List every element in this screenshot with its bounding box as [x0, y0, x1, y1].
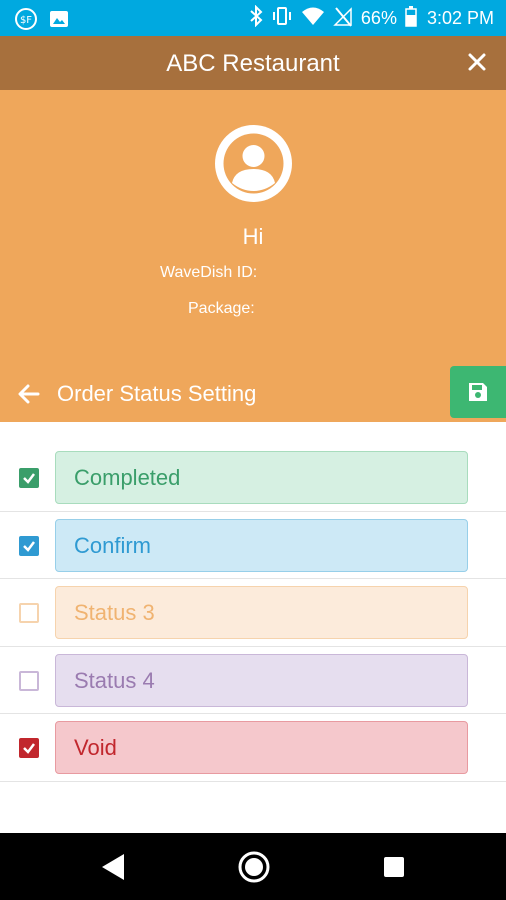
status-row: Void — [0, 714, 506, 782]
title-bar: ABC Restaurant — [0, 36, 506, 90]
bluetooth-icon — [249, 4, 263, 32]
nav-recents-button[interactable] — [383, 856, 405, 883]
status-label[interactable]: Void — [55, 721, 468, 774]
wavedish-id-label: WaveDish ID: — [160, 264, 258, 281]
status-checkbox[interactable] — [19, 670, 39, 691]
app-notification-icon: $F — [14, 7, 38, 36]
vibrate-icon — [271, 5, 293, 32]
status-row: Completed — [0, 444, 506, 512]
save-button[interactable] — [450, 366, 506, 418]
settings-bar: Order Status Setting — [0, 366, 506, 422]
notification-icons: $F — [14, 7, 70, 36]
status-row: Confirm — [0, 512, 506, 579]
back-arrow-icon — [18, 384, 40, 404]
battery-icon — [405, 5, 417, 32]
avatar[interactable] — [215, 125, 292, 202]
status-checkbox[interactable] — [19, 535, 39, 556]
no-signal-icon — [333, 5, 353, 32]
check-icon — [23, 473, 35, 484]
status-bar: $F 66% 3:02 PM — [0, 0, 506, 36]
status-checkbox[interactable] — [19, 468, 39, 488]
user-icon — [223, 133, 284, 194]
battery-percent: 66% — [360, 7, 397, 28]
clock: 3:02 PM — [426, 7, 494, 28]
svg-text:$F: $F — [20, 15, 32, 26]
check-icon — [23, 540, 35, 552]
status-label[interactable]: Confirm — [55, 518, 468, 572]
nav-home-button[interactable] — [237, 850, 271, 889]
home-circle-icon — [238, 851, 270, 883]
triangle-back-icon — [102, 854, 124, 880]
close-icon — [468, 53, 486, 71]
check-icon — [23, 743, 35, 754]
status-row: Status 3 — [0, 579, 506, 647]
status-row: Status 4 — [0, 647, 506, 714]
status-checkbox[interactable] — [19, 603, 39, 623]
status-label[interactable]: Completed — [55, 451, 468, 504]
wifi-icon — [301, 6, 325, 31]
navigation-bar — [0, 833, 506, 900]
save-icon — [469, 383, 487, 401]
status-label[interactable]: Status 3 — [55, 586, 468, 639]
status-checkbox[interactable] — [19, 738, 39, 758]
image-icon — [48, 8, 70, 35]
page-title: ABC Restaurant — [166, 50, 340, 77]
settings-title: Order Status Setting — [57, 381, 257, 406]
square-recents-icon — [384, 857, 404, 877]
status-list: Completed Confirm Status 3 Status 4 Void — [0, 444, 506, 782]
back-button[interactable] — [18, 384, 40, 404]
profile-header: Hi WaveDish ID: Package: Order Status Se… — [0, 90, 506, 422]
close-button[interactable] — [464, 49, 490, 75]
package-label: Package: — [188, 300, 255, 317]
greeting: Hi — [242, 224, 264, 249]
status-label[interactable]: Status 4 — [55, 653, 468, 707]
nav-back-button[interactable] — [100, 852, 126, 887]
